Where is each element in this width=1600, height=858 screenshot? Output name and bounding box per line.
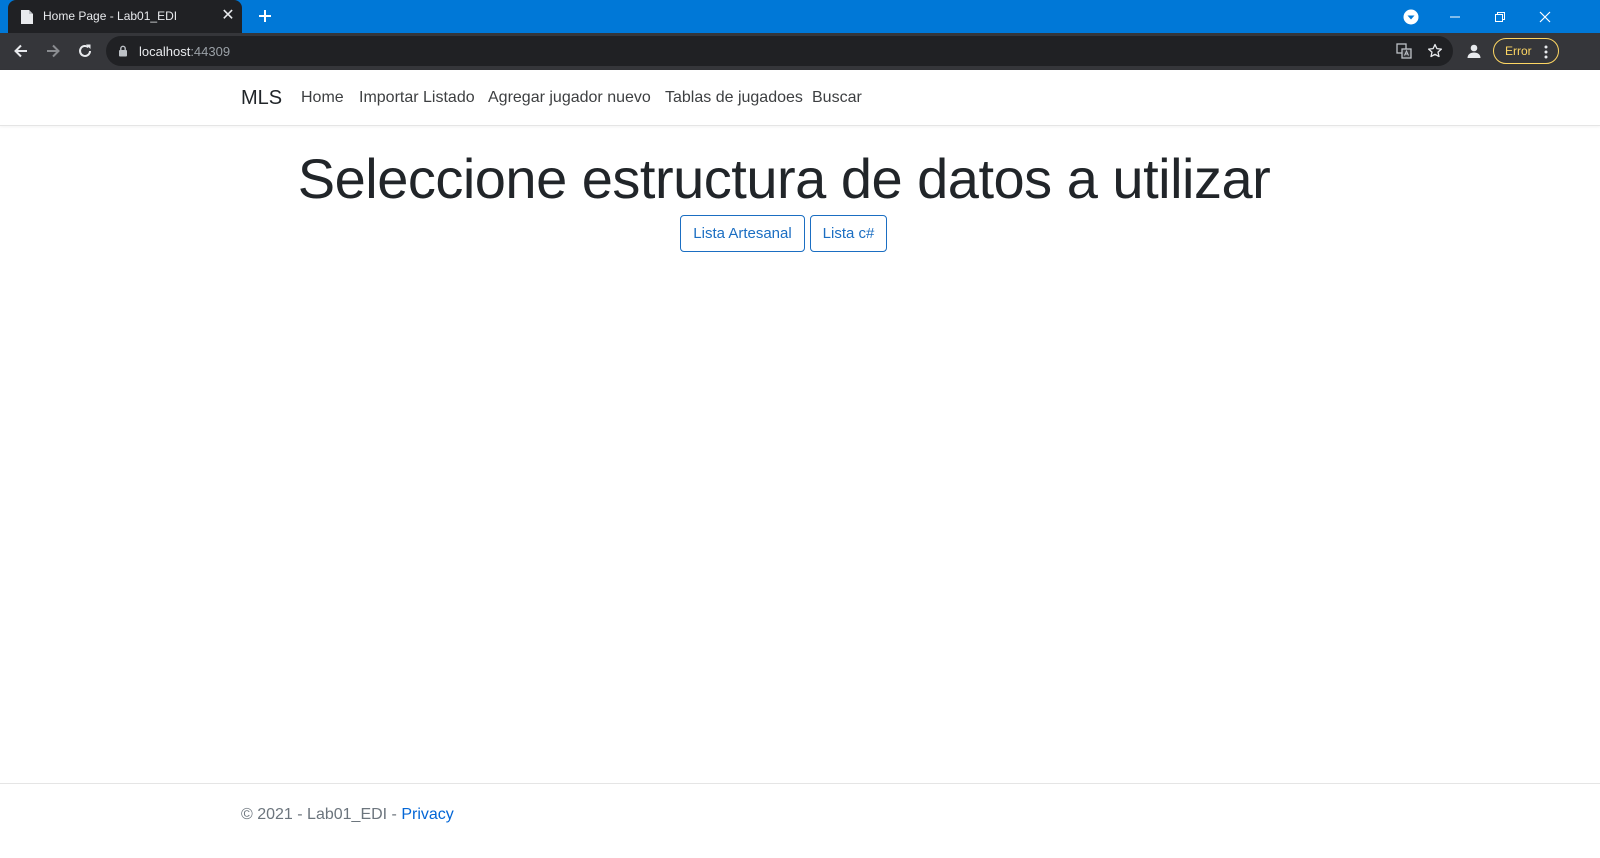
nav-link-buscar[interactable]: Buscar <box>812 89 862 107</box>
nav-link-agregar-jugador[interactable]: Agregar jugador nuevo <box>488 89 651 107</box>
footer-text: © 2021 - Lab01_EDI - Privacy <box>241 806 454 824</box>
downloads-icon[interactable] <box>1403 9 1419 25</box>
reload-icon[interactable] <box>76 42 94 60</box>
site-navbar: MLS Home Importar Listado Agregar jugado… <box>0 70 1600 126</box>
url-host: localhost <box>139 44 191 59</box>
profile-error-button[interactable]: Error <box>1493 38 1559 64</box>
restore-button[interactable] <box>1477 0 1523 33</box>
browser-titlebar: Home Page - Lab01_EDI ✕ <box>0 0 1600 33</box>
browser-tab-active[interactable]: Home Page - Lab01_EDI ✕ <box>8 0 242 33</box>
lock-icon[interactable] <box>118 45 128 57</box>
minimize-button[interactable] <box>1432 0 1478 33</box>
privacy-link[interactable]: Privacy <box>401 806 453 823</box>
address-bar[interactable]: localhost:44309 <box>106 36 1453 66</box>
nav-link-home[interactable]: Home <box>301 89 344 107</box>
browser-toolbar: localhost:44309 <box>0 33 1600 70</box>
back-arrow-icon[interactable] <box>12 42 30 60</box>
profile-error-label: Error <box>1505 44 1532 58</box>
new-tab-icon[interactable] <box>256 7 274 25</box>
nav-link-importar-listado[interactable]: Importar Listado <box>359 89 475 107</box>
bookmark-star-icon[interactable] <box>1427 43 1443 59</box>
url-port: :44309 <box>190 44 231 59</box>
footer-copyright: © 2021 - Lab01_EDI - <box>241 806 402 823</box>
close-window-button[interactable] <box>1522 0 1568 33</box>
more-menu-icon[interactable] <box>1544 45 1548 59</box>
profile-avatar-icon[interactable] <box>1465 42 1483 60</box>
url-text: localhost:44309 <box>139 44 230 59</box>
nav-link-tablas-jugadores[interactable]: Tablas de jugadoes <box>665 89 803 107</box>
lista-csharp-button[interactable]: Lista c# <box>810 215 887 252</box>
page-footer: © 2021 - Lab01_EDI - Privacy <box>0 783 1600 858</box>
navbar-brand[interactable]: MLS <box>241 87 282 110</box>
page-title: Seleccione estructura de datos a utiliza… <box>297 147 1271 210</box>
forward-arrow-icon[interactable] <box>44 42 62 60</box>
tab-title: Home Page - Lab01_EDI <box>43 9 178 23</box>
lista-artesanal-button[interactable]: Lista Artesanal <box>680 215 805 252</box>
page-icon <box>21 10 33 24</box>
translate-icon[interactable] <box>1396 43 1412 59</box>
close-tab-icon[interactable]: ✕ <box>220 8 236 24</box>
